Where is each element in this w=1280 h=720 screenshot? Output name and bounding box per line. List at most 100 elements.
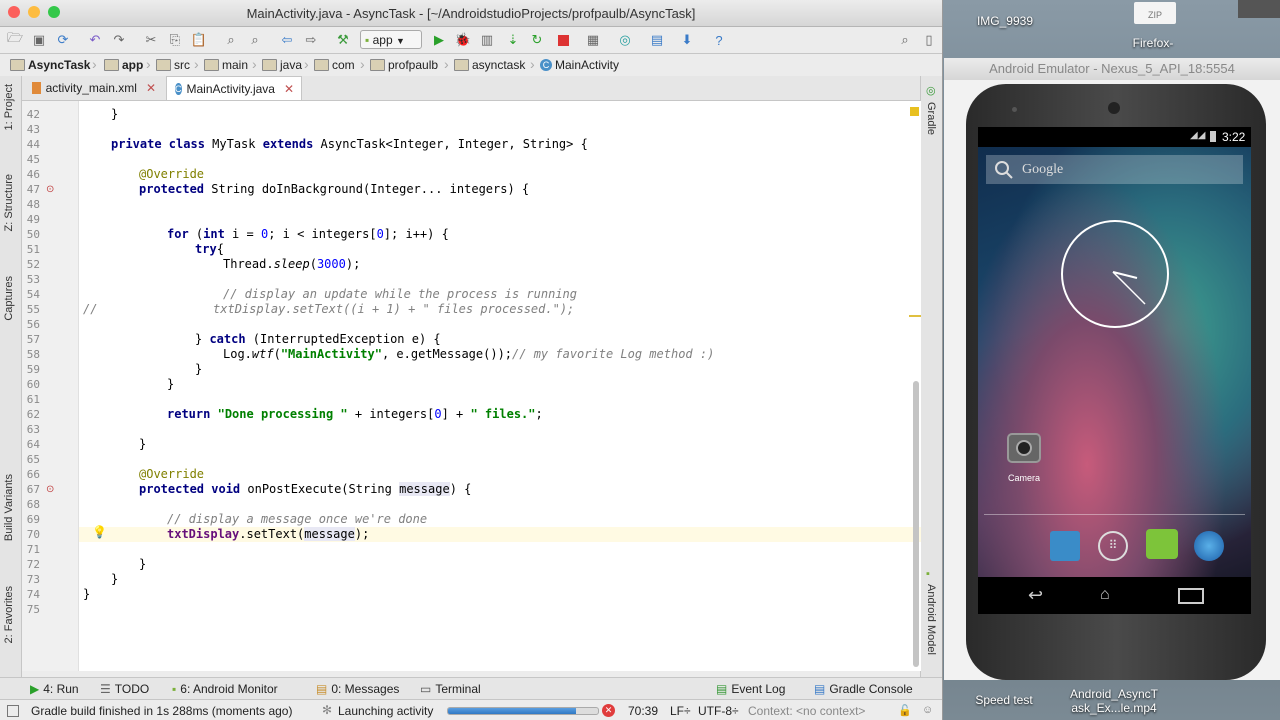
warning-marker-icon[interactable]	[910, 107, 919, 116]
desktop-corner-item[interactable]	[1238, 0, 1280, 18]
override-marker-icon[interactable]: ⊙	[46, 484, 54, 495]
find-icon[interactable]: ⌕	[222, 31, 240, 49]
tool-build-variants[interactable]: Build Variants	[3, 474, 15, 541]
crumb-profpaulb[interactable]: profpaulb	[370, 58, 438, 72]
tool-label: Terminal	[435, 682, 481, 696]
zip-file-icon[interactable]: ZIP	[1134, 2, 1176, 24]
caret-position[interactable]: 70:39	[628, 704, 658, 718]
crumb-main[interactable]: main	[204, 58, 248, 72]
undo-icon[interactable]: ↶	[86, 31, 104, 49]
tool-messages[interactable]: ▤ 0: Messages	[316, 682, 399, 696]
lock-icon[interactable]: 🔓	[898, 704, 912, 717]
folder-icon	[454, 59, 469, 71]
tool-event-log[interactable]: ▤ Event Log	[716, 682, 785, 696]
rerun-icon[interactable]: ↻	[528, 31, 546, 49]
error-stripe-mark[interactable]	[909, 315, 921, 317]
crumb-java[interactable]: java	[262, 58, 302, 72]
analog-clock-widget[interactable]	[1061, 220, 1169, 328]
run-configuration-select[interactable]: ▪ app ▼	[360, 30, 422, 49]
debug-icon[interactable]: 🐞	[454, 31, 472, 49]
coverage-icon[interactable]: ▥	[478, 31, 496, 49]
open-folder-icon[interactable]: 🗁	[6, 30, 24, 49]
cancel-task-icon[interactable]: ✕	[602, 704, 615, 717]
tool-gradle[interactable]: Gradle	[925, 102, 937, 135]
replace-icon[interactable]: ⌕	[246, 31, 264, 49]
cut-icon[interactable]: ✂	[142, 31, 160, 49]
tab-mainactivity-java[interactable]: C MainActivity.java ✕	[166, 76, 302, 100]
crumb-mainactivity[interactable]: C MainActivity	[540, 58, 619, 72]
crumb-label: asynctask	[472, 58, 526, 72]
editor-scrollbar[interactable]	[913, 381, 919, 667]
code-line: }	[139, 557, 147, 571]
google-search-bar[interactable]: Google	[986, 155, 1243, 184]
tool-favorites[interactable]: 2: Favorites	[3, 586, 15, 643]
tool-run[interactable]: ▶ 4: Run	[30, 682, 79, 696]
code-editor[interactable]: 42 43 44 45 46 47 48 49 50 51 52 53 54 55 56 57 58 59 60 61…	[22, 101, 921, 671]
home-icon[interactable]: ⌂	[1100, 586, 1110, 604]
close-tab-icon[interactable]: ✕	[146, 81, 156, 95]
search-everywhere-icon[interactable]: ⌕	[896, 31, 914, 49]
project-structure-icon[interactable]: ▤	[648, 31, 666, 49]
tool-android-model[interactable]: Android Model	[925, 584, 937, 655]
tool-terminal[interactable]: ▭ Terminal	[420, 682, 481, 696]
crumb-src[interactable]: src	[156, 58, 190, 72]
desktop-file-firefox-label: Firefox-	[1132, 36, 1174, 50]
messaging-icon[interactable]	[1146, 529, 1178, 559]
save-icon[interactable]: ▣	[30, 31, 48, 49]
recents-icon[interactable]	[1178, 588, 1204, 604]
phone-nav-bar: ↩ ⌂	[978, 577, 1251, 614]
contacts-icon[interactable]	[1050, 531, 1080, 561]
forward-nav-icon[interactable]: ⇨	[302, 31, 320, 49]
inspector-icon[interactable]: ☺	[922, 704, 933, 716]
line-separator[interactable]: LF÷	[670, 704, 691, 718]
make-project-icon[interactable]: ⚒	[334, 31, 352, 49]
crumb-separator: ›	[252, 56, 257, 72]
crumb-label: main	[222, 58, 249, 72]
background-task-label[interactable]: Launching activity	[338, 704, 433, 718]
avd-manager-icon[interactable]: ▦	[584, 31, 602, 49]
sync-icon[interactable]: ⟳	[54, 31, 72, 49]
back-nav-icon[interactable]: ⇦	[278, 31, 296, 49]
run-icon[interactable]: ▶	[430, 31, 448, 49]
crumb-com[interactable]: com	[314, 58, 355, 72]
code-line: Log.wtf("MainActivity", e.getMessage());…	[223, 347, 715, 361]
camera-app[interactable]: Camera	[1004, 433, 1044, 483]
status-message[interactable]: Gradle build finished in 1s 288ms (momen…	[31, 704, 292, 718]
tab-activity-main-xml[interactable]: activity_main.xml ✕	[24, 76, 164, 100]
crumb-project[interactable]: AsyncTask	[10, 58, 90, 72]
file-encoding[interactable]: UTF-8÷	[698, 704, 739, 718]
back-icon[interactable]: ↩	[1028, 585, 1043, 606]
line-number: 59	[26, 363, 40, 376]
tool-gradle-console[interactable]: ▤ Gradle Console	[814, 682, 913, 696]
override-marker-icon[interactable]: ⊙	[46, 184, 54, 195]
context-indicator[interactable]: Context: <no context>	[748, 704, 865, 718]
app-drawer-icon[interactable]: ⠿	[1098, 531, 1128, 561]
status-layout-icon[interactable]	[7, 705, 19, 717]
close-tab-icon[interactable]: ✕	[284, 82, 294, 96]
crumb-app[interactable]: app	[104, 58, 143, 72]
tool-android-monitor[interactable]: ▪ 6: Android Monitor	[172, 682, 278, 696]
desktop-file-video[interactable]: Android_AsyncT ask_Ex...le.mp4	[1058, 687, 1170, 715]
phone-screen[interactable]: ◢◢ 3:22 Google Camera ⠿	[978, 127, 1251, 577]
code-line: @Override	[139, 167, 205, 181]
sdk-manager-icon[interactable]: ⬇	[678, 31, 696, 49]
help-icon[interactable]: ?	[710, 31, 728, 49]
settings-icon[interactable]: ▯	[920, 31, 938, 49]
desktop-file-speedtest[interactable]: Speed test	[964, 693, 1044, 707]
redo-icon[interactable]: ↷	[110, 31, 128, 49]
browser-icon[interactable]	[1194, 531, 1224, 561]
tool-captures[interactable]: Captures	[3, 276, 15, 321]
desktop-file-img[interactable]: IMG_9939	[970, 14, 1040, 28]
paste-icon[interactable]: 📋	[190, 31, 208, 49]
tool-structure[interactable]: Z: Structure	[3, 174, 15, 231]
crumb-asynctask[interactable]: asynctask	[454, 58, 525, 72]
tool-project[interactable]: 1: Project	[3, 84, 15, 130]
desktop-file-firefox[interactable]: Firefox-	[1118, 36, 1188, 50]
tool-todo[interactable]: ☰ TODO	[100, 682, 149, 696]
stop-icon[interactable]	[554, 31, 572, 49]
code-area[interactable]: } private class MyTask extends AsyncTask…	[82, 101, 903, 671]
line-number: 50	[26, 228, 40, 241]
copy-icon[interactable]: ⎘	[166, 31, 184, 49]
attach-debugger-icon[interactable]: ⇣	[504, 31, 522, 49]
gradle-sync-icon[interactable]: ◎	[616, 31, 634, 49]
